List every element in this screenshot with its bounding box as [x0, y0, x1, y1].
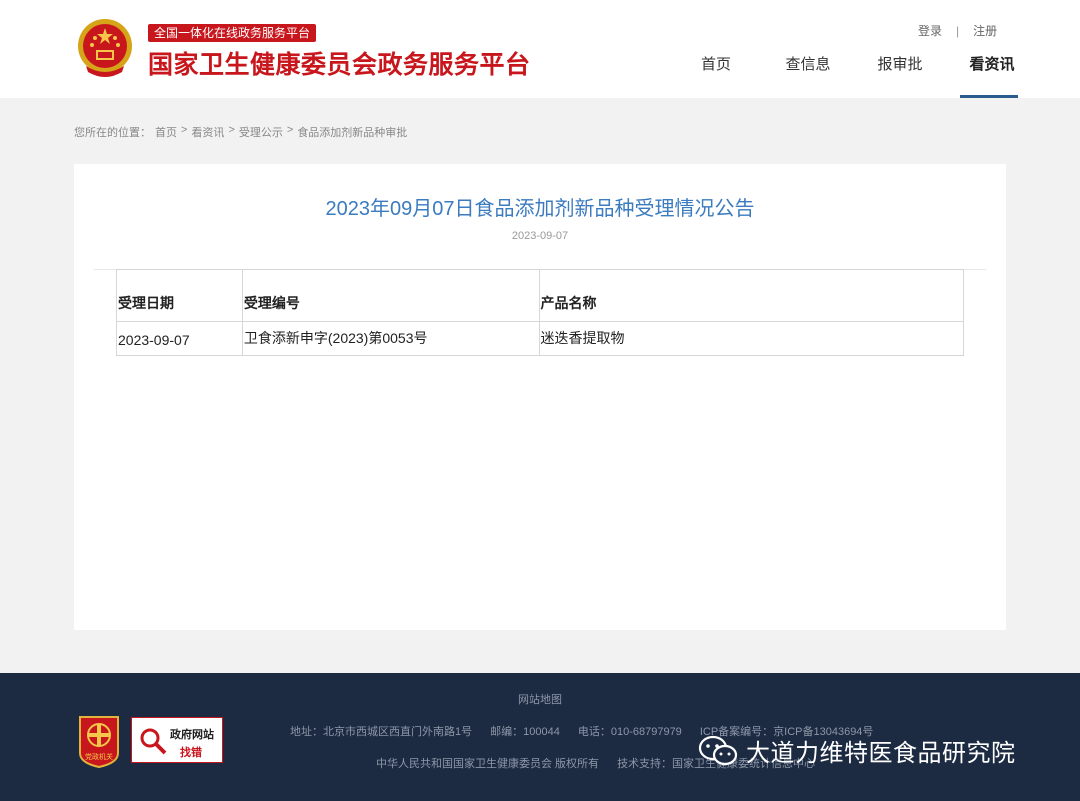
footer-postcode: 邮编：100044 — [490, 726, 560, 738]
header-product-name: 产品名称 — [538, 269, 965, 322]
nav-home[interactable]: 首页 — [670, 52, 762, 98]
site-footer: 网站地图 党政机关 政府网站 找错 地址：北京市西城区西直门外南路1号 邮编：1… — [0, 673, 1080, 801]
article-title: 2023年09月07日食品添加剂新品种受理情况公告 — [325, 198, 755, 220]
breadcrumb: 您所在的位置： 首页 > 看资讯 > 受理公示 > 食品添加剂新品种审批 — [74, 124, 407, 140]
acceptance-table: 受理日期 受理编号 产品名称 2023-09-07 卫食添新申字(2023)第0… — [116, 269, 965, 356]
footer-address: 地址：北京市西城区西直门外南路1号 — [290, 726, 473, 738]
table-row: 2023-09-07 卫食添新申字(2023)第0053号 迷迭香提取物 — [116, 321, 965, 356]
cell-accept-date: 2023-09-07 — [116, 321, 243, 356]
article-card: 2023年09月07日食品添加剂新品种受理情况公告 2023-09-07 受理日… — [74, 164, 1006, 630]
wechat-icon — [698, 735, 738, 765]
site-header: 全国一体化在线政务服务平台 国家卫生健康委员会政务服务平台 登录 | 注册 首页… — [0, 0, 1080, 98]
login-link[interactable]: 登录 — [918, 22, 942, 39]
header-accept-date: 受理日期 — [116, 269, 243, 322]
nav-query-info[interactable]: 查信息 — [762, 52, 854, 98]
breadcrumb-prefix: 您所在的位置： — [74, 127, 151, 139]
platform-title[interactable]: 国家卫生健康委员会政务服务平台 — [148, 48, 531, 82]
auth-links: 登录 | 注册 — [918, 22, 997, 39]
breadcrumb-item-home[interactable]: 首页 — [155, 124, 177, 140]
badge-label: 党政机关 — [85, 752, 113, 761]
breadcrumb-item-notices[interactable]: 受理公示 — [239, 124, 283, 140]
wechat-watermark: 大道力维特医食品研究院 — [698, 733, 1016, 768]
national-emblem-icon[interactable] — [76, 16, 134, 80]
platform-tag: 全国一体化在线政务服务平台 — [148, 24, 317, 42]
breadcrumb-sep: > — [181, 124, 188, 136]
table-header-row: 受理日期 受理编号 产品名称 — [116, 269, 965, 322]
find-error-top: 政府网站 — [170, 729, 214, 741]
breadcrumb-item-news[interactable]: 看资讯 — [191, 124, 224, 140]
main-nav: 首页 查信息 报审批 看资讯 — [670, 52, 1038, 98]
sitemap-link[interactable]: 网站地图 — [0, 691, 1080, 707]
nav-submit-approval[interactable]: 报审批 — [854, 52, 946, 98]
auth-separator: | — [956, 23, 960, 38]
article-date: 2023-09-07 — [511, 230, 569, 242]
find-error-bottom: 找错 — [180, 747, 202, 759]
breadcrumb-item-current: 食品添加剂新品种审批 — [297, 127, 408, 139]
cell-product-name: 迷迭香提取物 — [538, 321, 965, 356]
find-error-badge[interactable]: 政府网站 找错 — [131, 717, 223, 763]
party-govt-badge-icon[interactable]: 党政机关 — [76, 713, 122, 769]
footer-copyright: 中华人民共和国国家卫生健康委员会 版权所有 — [376, 758, 600, 770]
header-accept-number: 受理编号 — [241, 269, 540, 322]
cell-accept-number: 卫食添新申字(2023)第0053号 — [241, 321, 540, 356]
magnifier-icon — [140, 728, 167, 755]
register-link[interactable]: 注册 — [973, 22, 997, 39]
nav-news[interactable]: 看资讯 — [946, 52, 1038, 98]
watermark-text: 大道力维特医食品研究院 — [746, 740, 1016, 767]
breadcrumb-sep: > — [286, 124, 294, 136]
footer-phone: 电话：010-68797979 — [577, 726, 682, 738]
breadcrumb-sep: > — [228, 124, 235, 136]
